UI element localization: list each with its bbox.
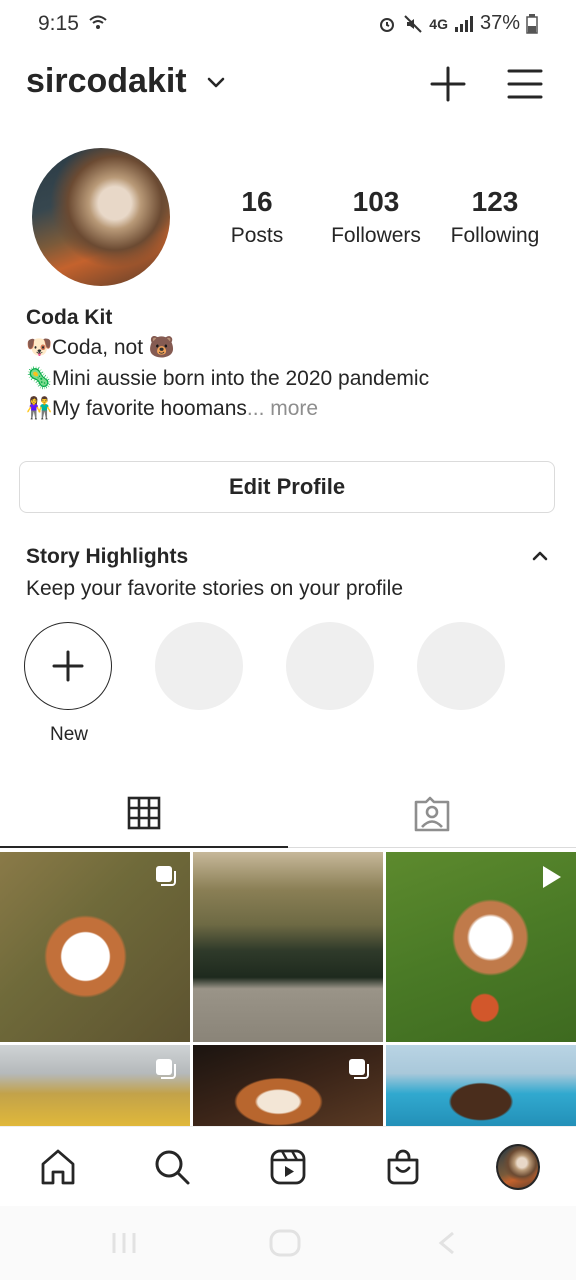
nav-reels[interactable] (266, 1145, 310, 1189)
carousel-icon (349, 1059, 369, 1079)
wifi-icon (89, 15, 107, 29)
home-button-icon[interactable] (268, 1228, 302, 1258)
status-time: 9:15 (38, 12, 79, 35)
recent-apps-icon[interactable] (110, 1230, 138, 1256)
nav-profile[interactable] (496, 1144, 540, 1190)
followers-label: Followers (331, 224, 421, 247)
bio-text: Mini aussie born into the 2020 pandemic (52, 367, 430, 390)
plus-icon (52, 650, 84, 682)
network-label: 4G (429, 15, 448, 32)
home-icon (41, 1149, 75, 1185)
bio-text: Coda, not (52, 336, 149, 359)
chevron-up-icon[interactable] (530, 548, 550, 564)
post-thumbnail[interactable] (386, 852, 576, 1042)
bio-text: My favorite hoomans (52, 397, 247, 420)
posts-label: Posts (230, 224, 284, 247)
mute-icon (404, 14, 422, 33)
tab-posts-grid[interactable] (0, 780, 288, 848)
bottom-navigation (0, 1126, 576, 1207)
posts-stat[interactable]: 16 Posts (202, 186, 312, 248)
battery-icon (526, 13, 538, 34)
profile-username[interactable]: sircodakit (26, 62, 187, 101)
post-thumbnail[interactable] (193, 1045, 383, 1126)
grid-icon (127, 796, 161, 830)
people-emoji: 👫 (26, 397, 53, 420)
bio-line: 🐶Coda, not 🐻 (26, 336, 175, 360)
highlights-title: Story Highlights (26, 545, 189, 568)
hamburger-menu-icon[interactable] (507, 68, 543, 100)
microbe-emoji: 🦠 (26, 367, 53, 390)
new-highlight-button[interactable] (24, 622, 112, 710)
shopping-bag-icon (387, 1149, 419, 1185)
signal-icon (454, 15, 473, 32)
search-icon (155, 1150, 190, 1185)
status-right: 4G 37% (377, 12, 538, 35)
followers-stat[interactable]: 103 Followers (321, 186, 431, 248)
following-label: Following (450, 224, 540, 247)
bio-line: 🦠Mini aussie born into the 2020 pandemic (26, 367, 429, 391)
bio-line: 👫My favorite hoomans... more (26, 397, 318, 421)
system-navigation-bar (0, 1206, 576, 1280)
following-stat[interactable]: 123 Following (440, 186, 550, 248)
nav-shop[interactable] (381, 1145, 425, 1189)
battery-level: 37% (479, 12, 520, 34)
new-highlight-label: New (49, 724, 88, 745)
tab-tagged[interactable] (288, 780, 576, 848)
back-icon[interactable] (436, 1230, 458, 1256)
post-thumbnail[interactable] (0, 1045, 190, 1126)
followers-count: 103 (352, 186, 400, 217)
post-thumbnail[interactable] (193, 852, 383, 1042)
dog-face-emoji: 🐶 (26, 336, 53, 359)
post-thumbnail[interactable] (0, 852, 190, 1042)
posts-count: 16 (241, 186, 273, 217)
reels-icon (270, 1149, 306, 1185)
reel-play-icon (543, 866, 561, 888)
post-thumbnail[interactable] (386, 1045, 576, 1126)
highlight-placeholder (155, 622, 243, 710)
tagged-person-icon (414, 796, 450, 831)
following-count: 123 (471, 186, 519, 217)
chevron-down-icon[interactable] (206, 76, 226, 90)
more-link[interactable]: ... more (247, 397, 318, 420)
alarm-icon (380, 17, 395, 32)
profile-avatar[interactable] (32, 148, 170, 286)
avatar (496, 1144, 540, 1190)
bear-emoji: 🐻 (148, 336, 176, 359)
highlight-placeholder (417, 622, 505, 710)
carousel-icon (156, 1059, 176, 1079)
nav-home[interactable] (36, 1145, 80, 1189)
profile-display-name: Coda Kit (26, 306, 113, 329)
highlight-placeholder (286, 622, 374, 710)
plus-icon[interactable] (430, 66, 466, 102)
carousel-icon (156, 866, 176, 886)
status-bar: 9:15 4G 37% (0, 0, 576, 50)
edit-profile-button[interactable]: Edit Profile (19, 461, 555, 513)
nav-search[interactable] (150, 1145, 194, 1189)
highlights-subtitle: Keep your favorite stories on your profi… (26, 577, 404, 600)
